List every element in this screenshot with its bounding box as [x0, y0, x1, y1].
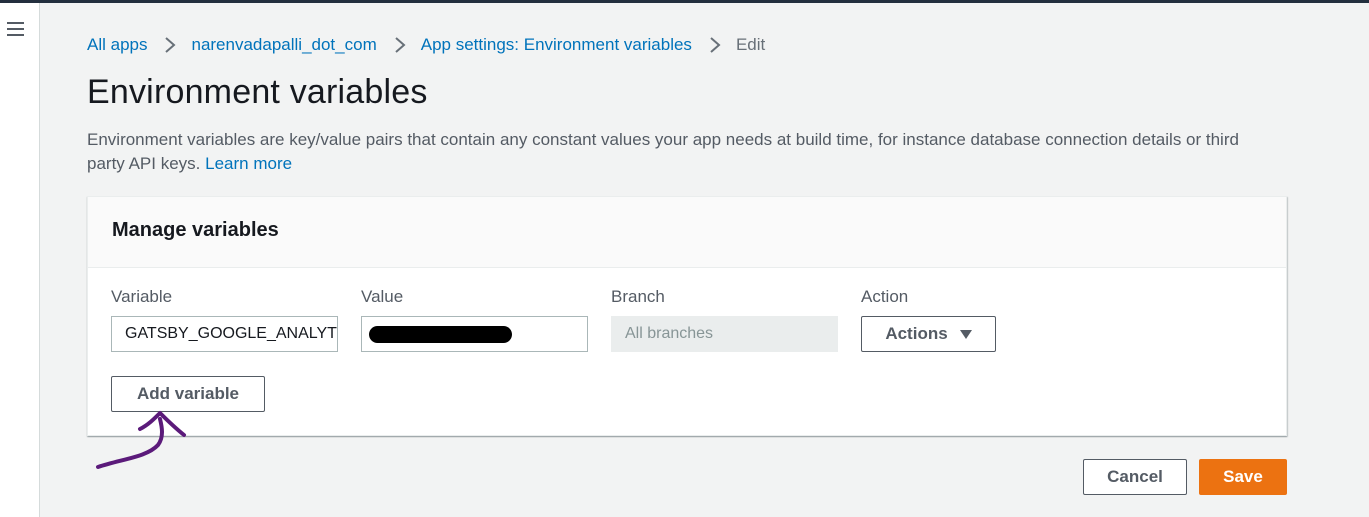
page-title: Environment variables	[87, 73, 428, 111]
chevron-right-icon	[155, 35, 185, 55]
panel-header: Manage variables	[88, 197, 1286, 268]
top-navigation-bar	[0, 0, 1369, 3]
breadcrumb: All apps narenvadapalli_dot_com App sett…	[87, 34, 765, 56]
page-description: Environment variables are key/value pair…	[87, 128, 1277, 176]
learn-more-link[interactable]: Learn more	[205, 154, 292, 173]
branch-placeholder: All branches	[625, 325, 714, 342]
variable-value-input[interactable]	[361, 316, 588, 352]
breadcrumb-env-vars[interactable]: App settings: Environment variables	[421, 35, 692, 55]
save-label: Save	[1223, 467, 1263, 486]
breadcrumb-app[interactable]: narenvadapalli_dot_com	[191, 35, 376, 55]
arrow-annotation	[96, 411, 186, 469]
save-button[interactable]: Save	[1199, 459, 1287, 495]
column-label-variable: Variable	[111, 287, 173, 306]
column-label-branch: Branch	[611, 287, 665, 306]
redacted-value	[369, 325, 512, 343]
cancel-button[interactable]: Cancel	[1083, 459, 1187, 495]
branch-select: All branches	[611, 316, 838, 352]
side-navigation-rail	[0, 3, 40, 517]
column-label-value: Value	[361, 287, 404, 306]
variable-name-value: GATSBY_GOOGLE_ANALYTICS	[125, 325, 337, 342]
caret-down-icon	[959, 329, 972, 339]
panel-title: Manage variables	[112, 219, 279, 241]
actions-dropdown-button[interactable]: Actions	[861, 316, 996, 352]
add-variable-label: Add variable	[136, 384, 240, 403]
menu-icon[interactable]	[7, 22, 25, 38]
column-label-action: Action	[861, 287, 909, 306]
chevron-right-icon	[700, 35, 730, 55]
variable-name-input[interactable]: GATSBY_GOOGLE_ANALYTICS	[111, 316, 338, 352]
breadcrumb-all-apps[interactable]: All apps	[87, 35, 147, 55]
breadcrumb-current: Edit	[735, 35, 766, 54]
actions-label: Actions	[885, 324, 948, 343]
manage-variables-panel: Manage variables Variable Value Branch A…	[87, 196, 1287, 436]
cancel-label: Cancel	[1107, 467, 1163, 486]
chevron-right-icon	[385, 35, 415, 55]
